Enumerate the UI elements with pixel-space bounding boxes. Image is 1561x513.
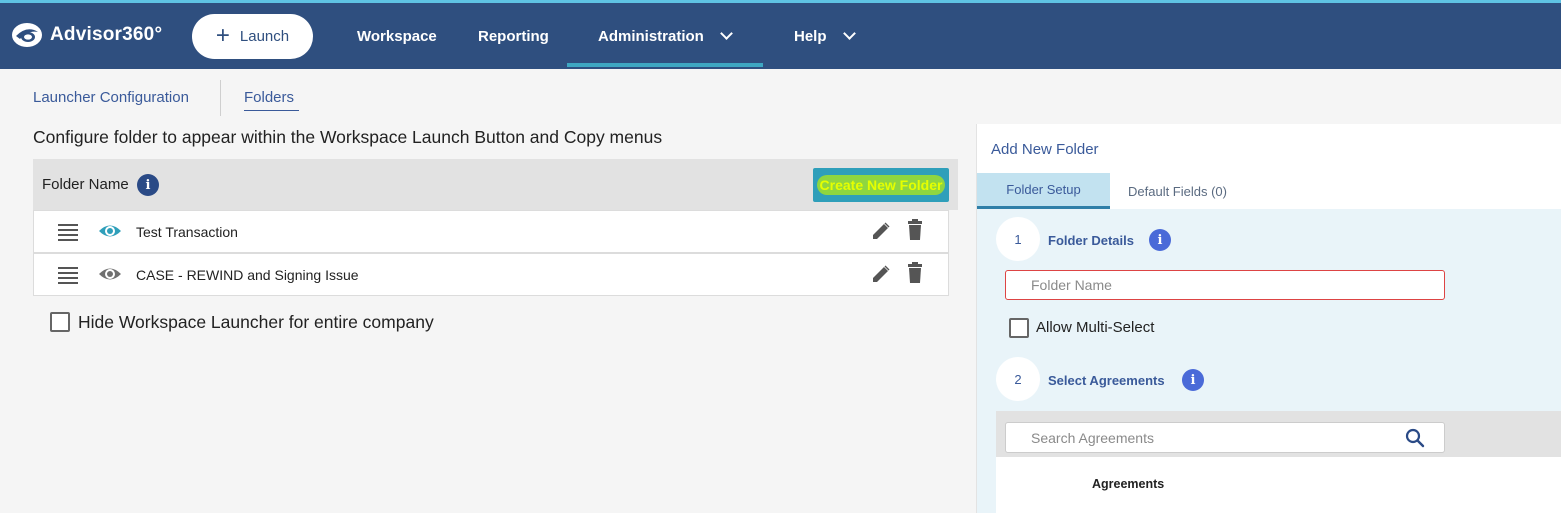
search-icon[interactable] xyxy=(1405,428,1425,448)
nav-administration-label: Administration xyxy=(598,27,704,45)
nav-reporting-label: Reporting xyxy=(478,27,549,45)
chevron-down-icon xyxy=(719,27,733,40)
subnav-folders[interactable]: Folders xyxy=(244,89,294,106)
eye-visible-icon[interactable] xyxy=(98,221,122,241)
step-1-circle: 1 xyxy=(996,217,1040,261)
pencil-icon[interactable] xyxy=(870,263,892,285)
sub-navigation: Launcher Configuration Folders xyxy=(0,69,975,124)
drag-handle-icon[interactable] xyxy=(58,267,78,287)
folder-setup-body: 1 Folder Details i Allow Multi-Select 2 … xyxy=(977,209,1561,513)
agreements-table-header: Agreements xyxy=(996,457,1561,513)
folder-name: CASE - REWIND and Signing Issue xyxy=(136,267,359,283)
agreements-search-band xyxy=(996,411,1561,457)
trash-icon[interactable] xyxy=(906,262,924,284)
step-2-circle: 2 xyxy=(996,357,1040,401)
app-logo[interactable]: Advisor360° xyxy=(10,21,162,49)
nav-workspace[interactable]: Workspace xyxy=(357,3,437,69)
drag-handle-icon[interactable] xyxy=(58,224,78,244)
search-agreements-input[interactable] xyxy=(1005,422,1445,453)
table-row: CASE - REWIND and Signing Issue xyxy=(33,253,949,296)
allow-multi-select-checkbox[interactable] xyxy=(1009,318,1029,338)
create-new-folder-label: Create New Folder xyxy=(816,175,946,195)
folder-name-input[interactable] xyxy=(1005,270,1445,300)
panel-title: Add New Folder xyxy=(991,141,1099,158)
folder-name-column-header: Folder Name xyxy=(42,176,129,193)
launch-button[interactable]: + Launch xyxy=(192,14,313,59)
pencil-icon[interactable] xyxy=(870,220,892,242)
step-1-label: Folder Details xyxy=(1048,233,1134,248)
tab-folder-setup[interactable]: Folder Setup xyxy=(977,173,1110,209)
plus-icon: + xyxy=(215,21,230,49)
info-icon[interactable]: i xyxy=(1149,229,1171,251)
chevron-down-icon xyxy=(842,27,856,40)
subnav-launcher-configuration[interactable]: Launcher Configuration xyxy=(33,89,189,106)
create-new-folder-button[interactable]: Create New Folder xyxy=(813,168,949,202)
step-2-label: Select Agreements xyxy=(1048,373,1165,388)
launch-label: Launch xyxy=(239,28,290,45)
nav-help[interactable]: Help xyxy=(794,3,856,69)
subnav-divider xyxy=(220,80,221,116)
logo-text: Advisor360° xyxy=(50,24,163,45)
folder-name: Test Transaction xyxy=(136,224,238,240)
tab-default-fields[interactable]: Default Fields (0) xyxy=(1110,173,1245,209)
agreements-column-header: Agreements xyxy=(1092,477,1165,491)
top-navigation-bar: Advisor360° + Launch Workspace Reporting… xyxy=(0,0,1561,69)
allow-multi-select-label: Allow Multi-Select xyxy=(1036,319,1155,336)
advisor360-logo-icon xyxy=(12,23,42,47)
nav-help-label: Help xyxy=(794,27,827,45)
page-description: Configure folder to appear within the Wo… xyxy=(33,127,663,147)
hide-launcher-label: Hide Workspace Launcher for entire compa… xyxy=(78,312,434,332)
eye-hidden-icon[interactable] xyxy=(98,264,122,284)
hide-launcher-checkbox[interactable] xyxy=(50,312,70,332)
folder-table-header: Folder Name i Create New Folder xyxy=(33,159,958,210)
table-row: Test Transaction xyxy=(33,210,949,253)
trash-icon[interactable] xyxy=(906,219,924,241)
nav-workspace-label: Workspace xyxy=(357,27,437,45)
nav-administration[interactable]: Administration xyxy=(598,3,733,69)
info-icon[interactable]: i xyxy=(137,174,159,196)
add-new-folder-panel: Add New Folder Folder Setup Default Fiel… xyxy=(976,124,1561,513)
active-nav-indicator xyxy=(567,63,763,67)
active-subnav-indicator xyxy=(244,110,299,111)
nav-reporting[interactable]: Reporting xyxy=(478,3,549,69)
info-icon[interactable]: i xyxy=(1182,369,1204,391)
